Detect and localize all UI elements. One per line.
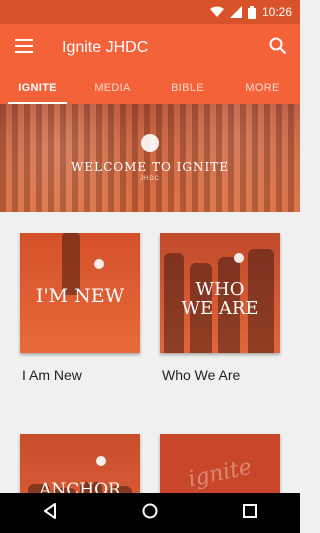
status-time: 10:26 — [261, 5, 292, 19]
card-overlay-text: I'M NEW — [35, 285, 125, 308]
battery-icon — [247, 5, 256, 19]
recents-square-icon — [243, 503, 257, 523]
back-triangle-icon — [43, 502, 57, 524]
search-icon — [269, 37, 287, 60]
card-thumbnail: WHO WE ARE — [160, 233, 280, 353]
card-thumbnail: I'M NEW — [20, 233, 140, 353]
tab-ignite[interactable]: IGNITE — [0, 72, 75, 104]
app-bar: Ignite JHDC — [0, 24, 300, 72]
tab-media[interactable]: MEDIA — [75, 72, 150, 104]
ignite-logo-icon — [141, 134, 159, 152]
card-i-am-new[interactable]: I'M NEW I Am New — [20, 233, 140, 383]
menu-icon — [15, 38, 33, 58]
card-who-we-are[interactable]: WHO WE ARE Who We Are — [160, 233, 280, 383]
card-label: Who We Are — [162, 367, 241, 383]
ignite-logo-icon — [94, 259, 104, 269]
home-button[interactable] — [130, 493, 170, 533]
banner-title: WELCOME TO IGNITE — [71, 160, 229, 174]
card-overlay-text: ignite — [185, 455, 254, 493]
recents-button[interactable] — [230, 493, 270, 533]
app-title: Ignite JHDC — [62, 39, 149, 56]
menu-button[interactable] — [2, 24, 46, 72]
tab-bar: IGNITE MEDIA BIBLE MORE — [0, 72, 300, 104]
card-anchor[interactable]: ANCHOR — [20, 434, 140, 493]
ignite-logo-icon — [96, 456, 106, 466]
crowd-photo — [0, 104, 300, 212]
wifi-icon — [209, 6, 224, 18]
status-bar: 10:26 — [0, 0, 300, 24]
card-thumbnail: ignite — [160, 434, 280, 493]
home-circle-icon — [142, 503, 158, 524]
overlay-line-2: WE ARE — [181, 298, 259, 319]
back-button[interactable] — [30, 493, 70, 533]
card-grid: I'M NEW I Am New WHO WE ARE Who We Are A… — [0, 212, 300, 493]
card-label: I Am New — [22, 367, 82, 383]
banner-subtitle: JHDC — [140, 176, 160, 182]
system-nav-bar — [0, 493, 300, 533]
card-overlay-text: WHO WE ARE — [181, 280, 259, 319]
card-overlay-text: ANCHOR — [39, 480, 121, 493]
card-thumbnail: ANCHOR — [20, 434, 140, 493]
tab-bible[interactable]: BIBLE — [150, 72, 225, 104]
card-ignite[interactable]: ignite — [160, 434, 280, 493]
welcome-banner[interactable]: WELCOME TO IGNITE JHDC — [0, 104, 300, 212]
tab-more[interactable]: MORE — [225, 72, 300, 104]
ignite-logo-icon — [234, 253, 244, 263]
search-button[interactable] — [256, 24, 300, 72]
signal-icon — [229, 6, 242, 18]
